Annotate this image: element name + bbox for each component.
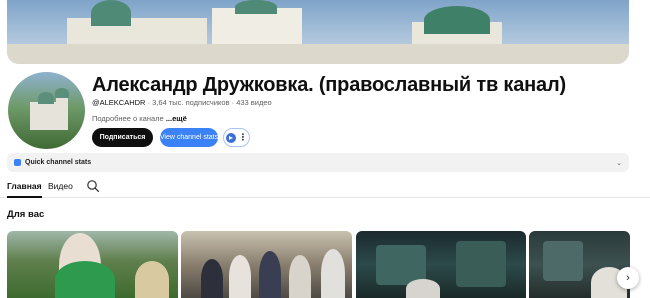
extension-menu-button[interactable]: ⋮ xyxy=(223,128,250,147)
about-more-link[interactable]: ...ещё xyxy=(166,114,187,123)
stats-icon xyxy=(14,159,21,166)
view-channel-stats-button[interactable]: View channel stats xyxy=(160,128,218,147)
about-text: Подробнее о канале xyxy=(92,114,164,123)
chevron-right-icon: › xyxy=(626,272,630,284)
more-options-icon: ⋮ xyxy=(238,132,248,142)
channel-title: Александр Дружковка. (православный тв ка… xyxy=(92,74,566,96)
search-icon[interactable] xyxy=(86,179,100,193)
channel-tabs: Главная Видео xyxy=(0,176,650,198)
quick-channel-stats-bar[interactable]: Quick channel stats ⌄ xyxy=(7,153,629,172)
channel-stats: · 3,64 тыс. подписчиков · 433 видео xyxy=(147,98,272,107)
quick-stats-label: Quick channel stats xyxy=(25,159,92,166)
section-title: Для вас xyxy=(7,209,45,220)
tab-videos[interactable]: Видео xyxy=(48,181,73,191)
channel-meta: @ALEKCAHDR · 3,64 тыс. подписчиков · 433… xyxy=(92,98,272,107)
video-thumbnail[interactable] xyxy=(356,231,526,298)
chevron-down-icon[interactable]: ⌄ xyxy=(616,159,622,167)
video-thumbnail[interactable] xyxy=(181,231,352,298)
video-thumbnail[interactable] xyxy=(529,231,630,298)
tab-home[interactable]: Главная xyxy=(7,181,42,198)
subscribe-button[interactable]: Подписаться xyxy=(92,128,153,147)
extension-icon xyxy=(225,132,236,143)
video-thumbnail[interactable] xyxy=(7,231,178,298)
carousel-next-button[interactable]: › xyxy=(617,267,639,289)
channel-banner xyxy=(7,0,629,64)
channel-handle[interactable]: @ALEKCAHDR xyxy=(92,98,145,107)
channel-avatar[interactable] xyxy=(8,72,85,149)
channel-about[interactable]: Подробнее о канале ...ещё xyxy=(92,114,187,123)
